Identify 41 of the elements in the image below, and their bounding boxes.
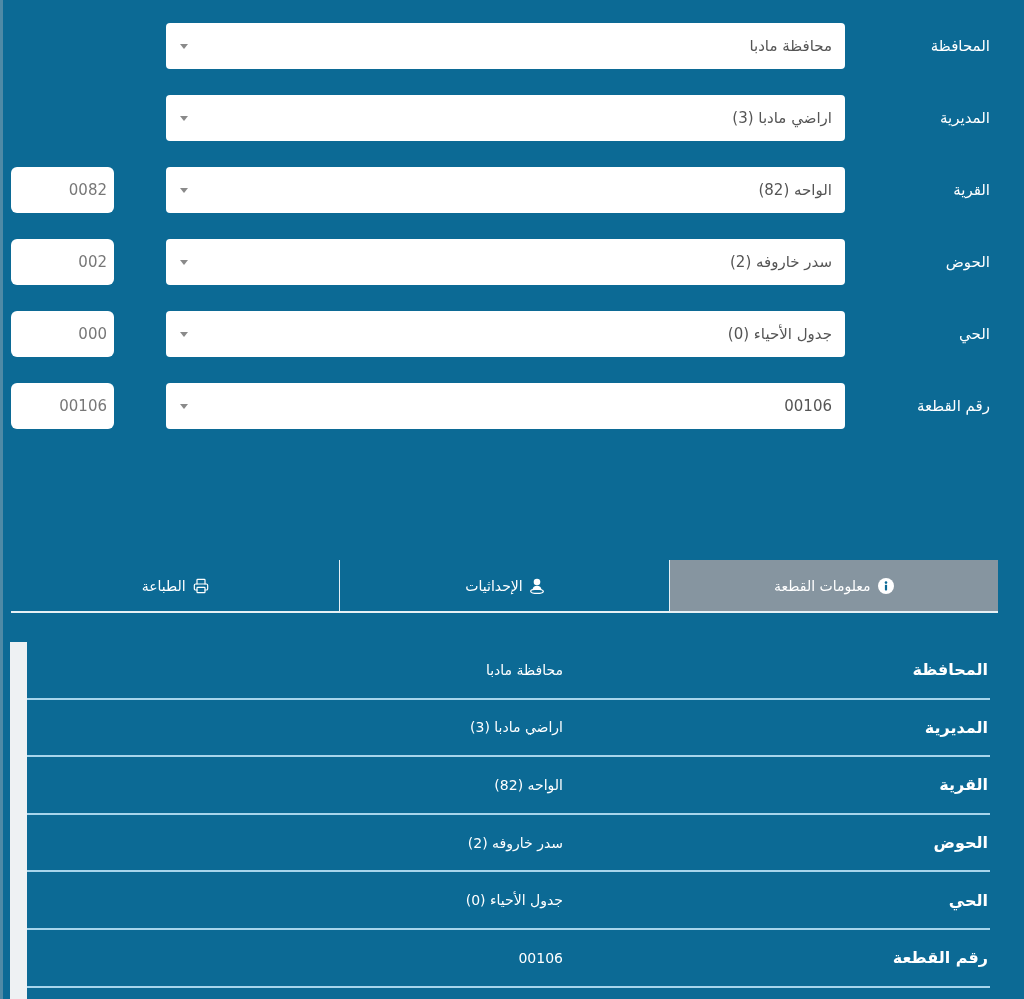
printer-icon <box>192 577 209 594</box>
field-label: الحي <box>958 325 990 343</box>
caret-icon <box>180 187 188 193</box>
row-value: 00106 <box>518 949 563 966</box>
dropdown[interactable]: الواحه (82) <box>166 167 845 213</box>
dropdown[interactable]: محافظة مادبا <box>166 23 845 69</box>
row-label: المحافظة <box>912 660 989 680</box>
caret-icon <box>180 43 188 49</box>
tab[interactable]: الطباعة <box>11 560 341 611</box>
code-field[interactable]: 0082 <box>11 167 114 213</box>
field-label: رقم القطعة <box>915 397 990 415</box>
row-value: جدول الأحياء (0) <box>465 892 563 909</box>
info-icon <box>877 577 894 594</box>
row-label: المديرية <box>924 717 989 737</box>
dropdown[interactable]: اراضي مادبا (3) <box>166 95 845 141</box>
dropdown[interactable]: جدول الأحياء (0) <box>166 311 845 357</box>
tab[interactable]: الإحداثيات <box>340 560 670 611</box>
field-label: المحافظة <box>929 37 990 55</box>
row-value: اراضي مادبا (3) <box>470 719 563 736</box>
caret-icon <box>180 115 188 121</box>
code-field[interactable]: 002 <box>11 239 114 285</box>
row-value: سدر خاروفه (2) <box>467 834 563 851</box>
dropdown[interactable]: سدر خاروفه (2) <box>166 239 845 285</box>
row-value: الواحه (82) <box>494 777 563 793</box>
row-value: محافظة مادبا <box>485 661 563 678</box>
row-label: الحي <box>948 890 989 910</box>
field-label: المديرية <box>939 109 990 127</box>
caret-icon <box>180 331 188 337</box>
row-label: رقم القطعة <box>892 948 989 968</box>
dropdown[interactable]: 00106 <box>166 383 845 429</box>
code-field[interactable]: 000 <box>11 311 114 357</box>
field-label: الحوض <box>944 253 990 271</box>
row-label: القرية <box>939 775 989 795</box>
field-label: القرية <box>952 181 990 199</box>
caret-icon <box>180 403 188 409</box>
person-marker-icon <box>529 577 544 594</box>
row-label: الحوض <box>933 833 989 853</box>
scrollbar-track[interactable] <box>10 642 27 999</box>
caret-icon <box>180 259 188 265</box>
tab[interactable]: معلومات القطعة <box>669 560 998 611</box>
code-field[interactable]: 00106 <box>11 383 114 429</box>
